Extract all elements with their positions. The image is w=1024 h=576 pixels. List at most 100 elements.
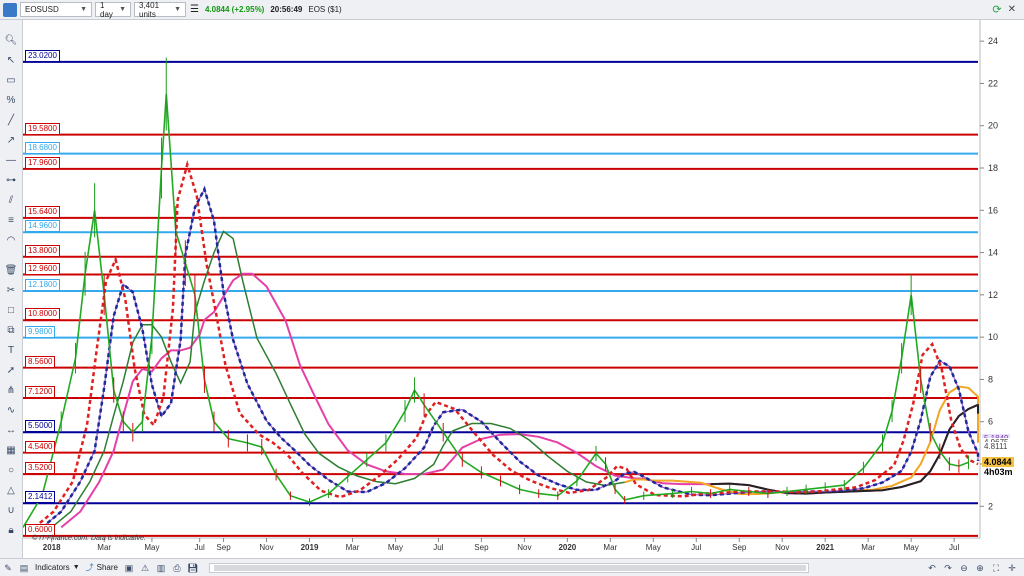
measure-icon[interactable]: ↔ [4, 424, 18, 438]
units-select[interactable]: 3,401 units ▼ [134, 0, 186, 19]
trash-icon[interactable]: 🗑︎ [4, 264, 18, 278]
interval-select[interactable]: 1 day ▼ [95, 0, 131, 19]
x-tick-label: Sep [216, 543, 231, 552]
x-tick-label: 2019 [301, 543, 319, 552]
cursor-icon[interactable]: ↖ [4, 54, 18, 68]
x-tick-label: 2021 [816, 543, 834, 552]
percent-icon[interactable]: % [4, 94, 18, 108]
channel-icon[interactable]: ⫽ [4, 194, 18, 208]
last-price-tag: 4.0844 [982, 457, 1014, 468]
x-tick-label: May [904, 543, 919, 552]
indicators-button[interactable]: Indicators ▼ [32, 561, 83, 575]
x-tick-label: Mar [97, 543, 111, 552]
level-label[interactable]: 2.1412 [25, 491, 56, 504]
x-tick-label: 2018 [43, 543, 61, 552]
indicator-value-tag: 4.8111 [982, 441, 1010, 452]
arrow-icon[interactable]: ➚ [4, 364, 18, 378]
tools-icon[interactable]: ✂ [4, 284, 18, 298]
level-label[interactable]: 14.9600 [25, 220, 60, 233]
interval-value: 1 day [100, 0, 113, 19]
level-label[interactable]: 15.6400 [25, 205, 60, 218]
units-value: 3,401 units [139, 0, 160, 19]
x-tick-label: Nov [259, 543, 273, 552]
zoom-icon[interactable]: 🔍︎ [4, 34, 18, 48]
magnet-icon[interactable]: ∪ [4, 504, 18, 518]
pitchfork-icon[interactable]: ⋔ [4, 384, 18, 398]
level-label[interactable]: 5.5000 [25, 420, 56, 433]
level-label[interactable]: 9.9800 [25, 325, 56, 338]
chart-type-icon[interactable]: ▤ [18, 562, 30, 574]
drawing-tools-icon[interactable] [3, 2, 17, 17]
level-label[interactable]: 10.8000 [25, 308, 60, 321]
chevron-down-icon: ▼ [80, 6, 87, 13]
y-tick-label: 8 [988, 374, 993, 384]
symbol-select[interactable]: EOSUSD ▼ [20, 2, 92, 17]
x-tick-label: Sep [732, 543, 747, 552]
lock-icon[interactable]: 🔒︎ [4, 524, 18, 538]
redo-icon[interactable]: ↷ [942, 562, 954, 574]
scrollbar-thumb[interactable] [213, 564, 806, 571]
settings-icon[interactable]: ☰ [190, 4, 199, 15]
clock: 20:56:49 [270, 5, 303, 14]
wave-icon[interactable]: ∿ [4, 404, 18, 418]
alert-icon[interactable]: ⚠ [139, 562, 151, 574]
ellipse-icon[interactable]: ○ [4, 464, 18, 478]
undo-icon[interactable]: ↶ [926, 562, 938, 574]
fibonacci-icon[interactable]: ≡ [4, 214, 18, 228]
level-label[interactable]: 12.1800 [25, 279, 60, 292]
x-tick-label: Sep [474, 543, 489, 552]
level-label[interactable]: 4.5400 [25, 440, 56, 453]
fit-icon[interactable]: ⛶ [990, 562, 1002, 574]
close-icon[interactable]: ✕ [1008, 4, 1016, 15]
horizontal-line-icon[interactable]: ― [4, 154, 18, 168]
share-button[interactable]: ⤴ Share [83, 561, 121, 575]
left-toolbar: 🔍︎ ↖ ▭ % ╱ ↗ ― ⊶ ⫽ ≡ ◠ 🗑︎ ✂ □ ⧉ T ➚ ⋔ ∿ … [0, 20, 23, 558]
copy-icon[interactable]: ⧉ [4, 324, 18, 338]
share-icon: ⤴ [85, 563, 94, 572]
zoom-in-icon[interactable]: ⊕ [974, 562, 986, 574]
chevron-down-icon: ▼ [174, 6, 181, 13]
x-tick-label: Jul [433, 543, 443, 552]
top-toolbar: EOSUSD ▼ 1 day ▼ 3,401 units ▼ ☰ 4.0844 … [0, 0, 1024, 20]
level-label[interactable]: 13.8000 [25, 244, 60, 257]
level-label[interactable]: 19.5800 [25, 122, 60, 135]
trendline-icon[interactable]: ╱ [4, 114, 18, 128]
rectangle-icon[interactable]: □ [4, 304, 18, 318]
price-chart[interactable]: 246810121416182022242018MarMayJulSepNov2… [23, 20, 1024, 558]
text-icon[interactable]: T [4, 344, 18, 358]
arc-icon[interactable]: ◠ [4, 234, 18, 248]
layout-icon[interactable]: ▥ [155, 562, 167, 574]
x-tick-label: Mar [861, 543, 875, 552]
level-label[interactable]: 17.9600 [25, 156, 60, 169]
triangle-icon[interactable]: △ [4, 484, 18, 498]
refresh-icon[interactable]: ⟳ [992, 3, 1001, 16]
horizontal-scrollbar[interactable] [208, 562, 809, 573]
ray-icon[interactable]: ↗ [4, 134, 18, 148]
level-label[interactable]: 12.9600 [25, 262, 60, 275]
x-tick-label: Mar [346, 543, 360, 552]
template-icon[interactable]: ▣ [123, 562, 135, 574]
share-label: Share [96, 563, 118, 572]
level-label[interactable]: 23.0200 [25, 49, 60, 62]
symbol-value: EOSUSD [25, 5, 59, 14]
zoom-out-icon[interactable]: ⊖ [958, 562, 970, 574]
x-tick-label: 2020 [558, 543, 576, 552]
y-tick-label: 22 [988, 78, 998, 88]
level-label[interactable]: 3.5200 [25, 462, 56, 475]
crosshair-icon[interactable]: ✛ [1006, 562, 1018, 574]
y-tick-label: 20 [988, 121, 998, 131]
chevron-down-icon: ▼ [119, 6, 126, 13]
level-label[interactable]: 18.6800 [25, 141, 60, 154]
level-label[interactable]: 8.5600 [25, 355, 56, 368]
print-icon[interactable]: ⎙ [171, 562, 183, 574]
save-icon[interactable]: 💾︎ [187, 562, 199, 574]
level-label[interactable]: 7.1200 [25, 386, 56, 399]
gann-icon[interactable]: ▦ [4, 444, 18, 458]
y-tick-label: 18 [988, 163, 998, 173]
x-tick-label: May [646, 543, 661, 552]
pencil-icon[interactable]: ✎ [2, 562, 14, 574]
y-tick-label: 24 [988, 36, 998, 46]
bottom-toolbar: ✎ ▤ Indicators ▼ ⤴ Share ▣ ⚠ ▥ ⎙ 💾︎ ↶ ↷ … [0, 558, 1024, 576]
ruler-icon[interactable]: ▭ [4, 74, 18, 88]
segment-icon[interactable]: ⊶ [4, 174, 18, 188]
